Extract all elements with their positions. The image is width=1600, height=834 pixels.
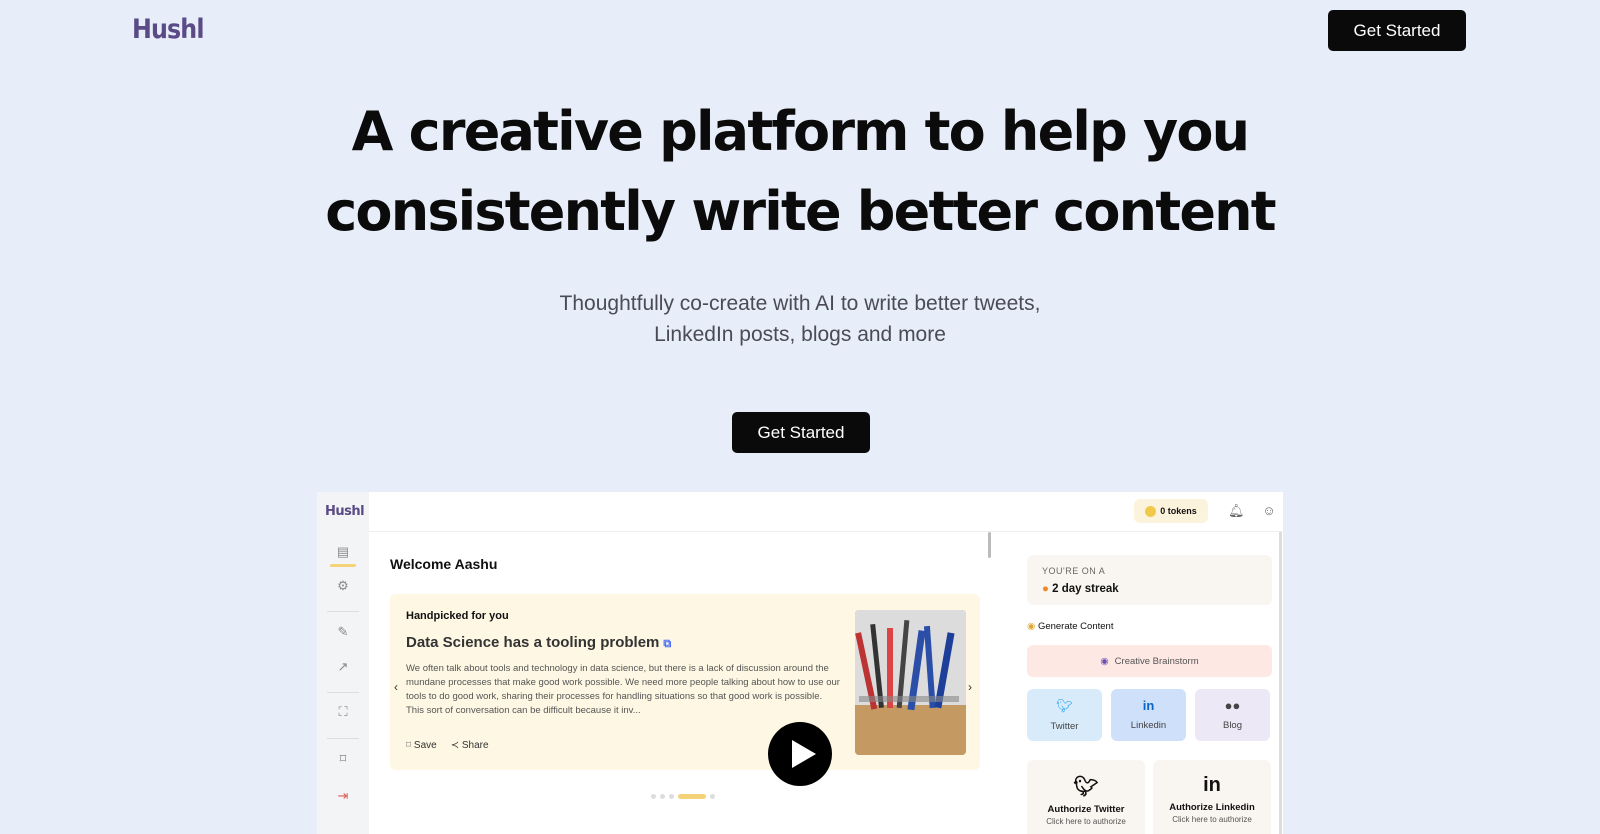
card-body: We often talk about tools and technology… bbox=[406, 663, 840, 716]
card-title[interactable]: Data Science has a tooling problem ⧉ bbox=[406, 634, 671, 651]
hero-title-line-2: consistently write better content bbox=[325, 180, 1276, 243]
carousel-dot[interactable] bbox=[669, 794, 674, 799]
authorize-linkedin-title: Authorize Linkedin bbox=[1169, 802, 1255, 813]
hero-subtitle-line-2: LinkedIn posts, blogs and more bbox=[654, 323, 946, 346]
authorize-twitter-sub: Click here to authorize bbox=[1046, 817, 1126, 826]
welcome-heading: Welcome Aashu bbox=[390, 556, 498, 572]
pencil-icon[interactable]: ✎ bbox=[335, 624, 351, 640]
share-button[interactable]: ≺ Share bbox=[451, 740, 489, 751]
carousel-dot[interactable] bbox=[660, 794, 665, 799]
dashboard-icon[interactable]: ▤ bbox=[335, 544, 351, 560]
card-actions: ⌑ Save ≺ Share bbox=[406, 740, 489, 751]
hero-title: A creative platform to help you consiste… bbox=[0, 92, 1600, 252]
linkedin-icon: in bbox=[1142, 698, 1155, 713]
linkedin-tile[interactable]: in Linkedin bbox=[1111, 689, 1186, 741]
play-icon bbox=[792, 740, 816, 768]
bulb-icon: ◉ bbox=[1027, 621, 1036, 632]
sidebar-divider bbox=[327, 611, 359, 612]
card-title-text[interactable]: Data Science has a tooling problem bbox=[406, 634, 659, 651]
streak-card: YOU'RE ON A ● 2 day streak bbox=[1027, 555, 1272, 605]
linkedin-tile-label: Linkedin bbox=[1130, 720, 1167, 731]
hero-subtitle-line-1: Thoughtfully co-create with AI to write … bbox=[559, 292, 1041, 315]
flame-icon: ● bbox=[1042, 583, 1049, 595]
sidebar-divider bbox=[327, 738, 359, 739]
article-image bbox=[855, 610, 966, 755]
coin-icon bbox=[1145, 505, 1157, 517]
external-link-icon[interactable]: ⧉ bbox=[663, 638, 671, 650]
carousel-next-icon[interactable]: › bbox=[968, 680, 972, 694]
share-label: Share bbox=[461, 740, 489, 751]
authorize-twitter-card[interactable]: 🐦︎ Authorize Twitter Click here to autho… bbox=[1027, 760, 1145, 834]
carousel-dots bbox=[651, 794, 715, 799]
authorize-linkedin-card[interactable]: in Authorize Linkedin Click here to auth… bbox=[1153, 760, 1271, 834]
twitter-icon: 🐦︎ bbox=[1073, 776, 1099, 798]
blog-tile[interactable]: ●● Blog bbox=[1195, 689, 1270, 741]
bookmark-icon: ⌑ bbox=[406, 740, 414, 751]
creative-brainstorm-label: Creative Brainstorm bbox=[1114, 655, 1199, 667]
hero-title-line-1: A creative platform to help you bbox=[351, 100, 1250, 163]
nav-get-started-button[interactable]: Get Started bbox=[1328, 10, 1466, 51]
settings-icon[interactable]: ⚙ bbox=[335, 578, 351, 594]
trend-icon[interactable]: ↗ bbox=[335, 659, 351, 675]
hero-subtitle: Thoughtfully co-create with AI to write … bbox=[0, 288, 1600, 350]
streak-value: ● 2 day streak bbox=[1042, 583, 1119, 595]
active-indicator bbox=[330, 564, 356, 567]
handpicked-card[interactable]: Handpicked for you Data Science has a to… bbox=[390, 594, 980, 770]
save-button[interactable]: ⌑ Save bbox=[406, 740, 437, 751]
app-logo: Hushl bbox=[325, 504, 365, 519]
carousel-dot[interactable] bbox=[710, 794, 715, 799]
brand-logo[interactable]: Hushl bbox=[132, 14, 204, 45]
play-video-button[interactable] bbox=[768, 722, 832, 786]
tokens-badge[interactable]: 0 tokens bbox=[1134, 499, 1208, 523]
streak-kicker: YOU'RE ON A bbox=[1042, 566, 1106, 576]
carousel-dot-active[interactable] bbox=[678, 794, 706, 799]
carousel-dot[interactable] bbox=[651, 794, 656, 799]
save-label: Save bbox=[413, 740, 437, 751]
linkedin-icon: in bbox=[1203, 774, 1221, 796]
tokens-label: 0 tokens bbox=[1160, 506, 1197, 516]
eye-icon: ◉ bbox=[1100, 655, 1109, 667]
hero-get-started-button[interactable]: Get Started bbox=[732, 412, 870, 453]
main-scrollbar[interactable] bbox=[988, 532, 991, 558]
app-topbar: 0 tokens 🔔︎ ☺ ↻ bbox=[369, 492, 1283, 532]
bookmark-icon[interactable]: ⌑ bbox=[335, 751, 351, 767]
generate-content-label: Generate Content bbox=[1037, 621, 1114, 632]
twitter-tile[interactable]: 🐦︎ Twitter bbox=[1027, 689, 1102, 741]
streak-value-label: 2 day streak bbox=[1052, 583, 1119, 595]
twitter-tile-label: Twitter bbox=[1050, 721, 1079, 732]
share-icon: ≺ bbox=[450, 740, 462, 751]
app-preview: Hushl ▤ ⚙ ✎ ↗ ⛶ ⌑ ⇥ 0 tokens 🔔︎ ☺ ↻ Welc… bbox=[317, 492, 1283, 834]
twitter-icon: 🐦︎ bbox=[1056, 698, 1073, 713]
generate-content-heading: ◉ Generate Content bbox=[1027, 621, 1113, 632]
card-kicker: Handpicked for you bbox=[406, 610, 509, 622]
app-sidebar: Hushl ▤ ⚙ ✎ ↗ ⛶ ⌑ ⇥ bbox=[317, 492, 369, 834]
bell-icon[interactable]: 🔔︎ bbox=[1228, 503, 1245, 519]
creative-brainstorm-button[interactable]: ◉ Creative Brainstorm bbox=[1027, 645, 1272, 677]
medium-icon: ●● bbox=[1224, 698, 1241, 713]
logout-icon[interactable]: ⇥ bbox=[335, 788, 351, 804]
user-settings-icon[interactable]: ☺ bbox=[1261, 503, 1277, 519]
right-panel-scrollbar[interactable] bbox=[1279, 532, 1282, 834]
translate-icon[interactable]: ⛶ bbox=[335, 704, 351, 720]
authorize-linkedin-sub: Click here to authorize bbox=[1172, 815, 1252, 824]
blog-tile-label: Blog bbox=[1222, 720, 1242, 731]
authorize-twitter-title: Authorize Twitter bbox=[1047, 804, 1125, 815]
carousel-prev-icon[interactable]: ‹ bbox=[394, 680, 398, 694]
sidebar-divider bbox=[327, 692, 359, 693]
